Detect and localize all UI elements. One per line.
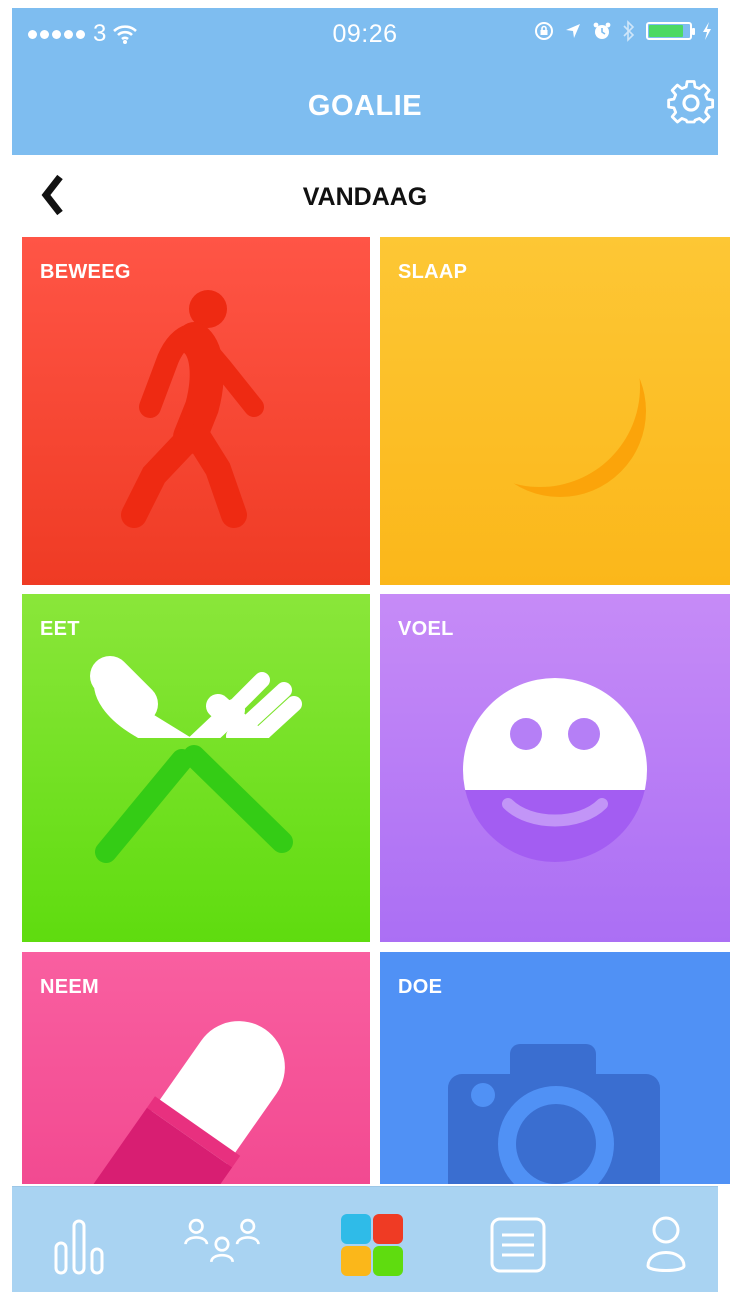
- tile-label-beweeg: BEWEEG: [40, 261, 131, 283]
- walking-person-icon: [121, 290, 264, 528]
- bluetooth-icon: [623, 20, 635, 42]
- alarm-icon: [593, 22, 611, 39]
- day-header: VANDAAG: [12, 155, 718, 237]
- group-icon: [184, 1218, 260, 1263]
- status-bar: 3 09:26: [12, 8, 718, 60]
- tile-slaap[interactable]: SLAAP: [380, 237, 730, 585]
- moon-icon: [474, 325, 646, 497]
- smiley-face-icon: [463, 678, 647, 862]
- tile-label-voel: VOEL: [398, 618, 454, 640]
- list-icon: [490, 1217, 546, 1273]
- tab-bar: [12, 1186, 718, 1292]
- tile-label-slaap: SLAAP: [398, 261, 468, 283]
- orientation-lock-icon: [535, 22, 553, 40]
- location-icon: [566, 24, 580, 38]
- bar-chart-icon: [54, 1219, 104, 1275]
- app-title: GOALIE: [307, 90, 423, 122]
- tile-neem[interactable]: NEEM: [22, 952, 370, 1184]
- grid-tiles-icon: [341, 1214, 403, 1276]
- tile-beweeg[interactable]: BEWEEG: [22, 237, 370, 585]
- tab-community[interactable]: [182, 1205, 262, 1285]
- tile-label-eet: EET: [40, 618, 80, 640]
- top-bar: 3 09:26 GOALIE: [12, 8, 718, 155]
- knife-fork-icon: [90, 656, 302, 863]
- gear-icon[interactable]: [666, 78, 716, 128]
- tile-eet[interactable]: EET: [22, 594, 370, 942]
- tile-label-neem: NEEM: [40, 976, 99, 998]
- tile-label-doe: DOE: [398, 976, 443, 998]
- day-title: VANDAAG: [302, 183, 428, 211]
- charging-icon: [703, 22, 711, 40]
- tab-statistics[interactable]: [40, 1205, 120, 1285]
- tab-profile[interactable]: [626, 1205, 706, 1285]
- status-right: [534, 20, 712, 42]
- tab-dashboard[interactable]: [332, 1205, 412, 1285]
- tab-notes[interactable]: [478, 1205, 558, 1285]
- profile-icon: [646, 1216, 686, 1272]
- battery-icon: [646, 22, 695, 40]
- tile-doe[interactable]: DOE: [380, 952, 730, 1184]
- tile-voel[interactable]: VOEL: [380, 594, 730, 942]
